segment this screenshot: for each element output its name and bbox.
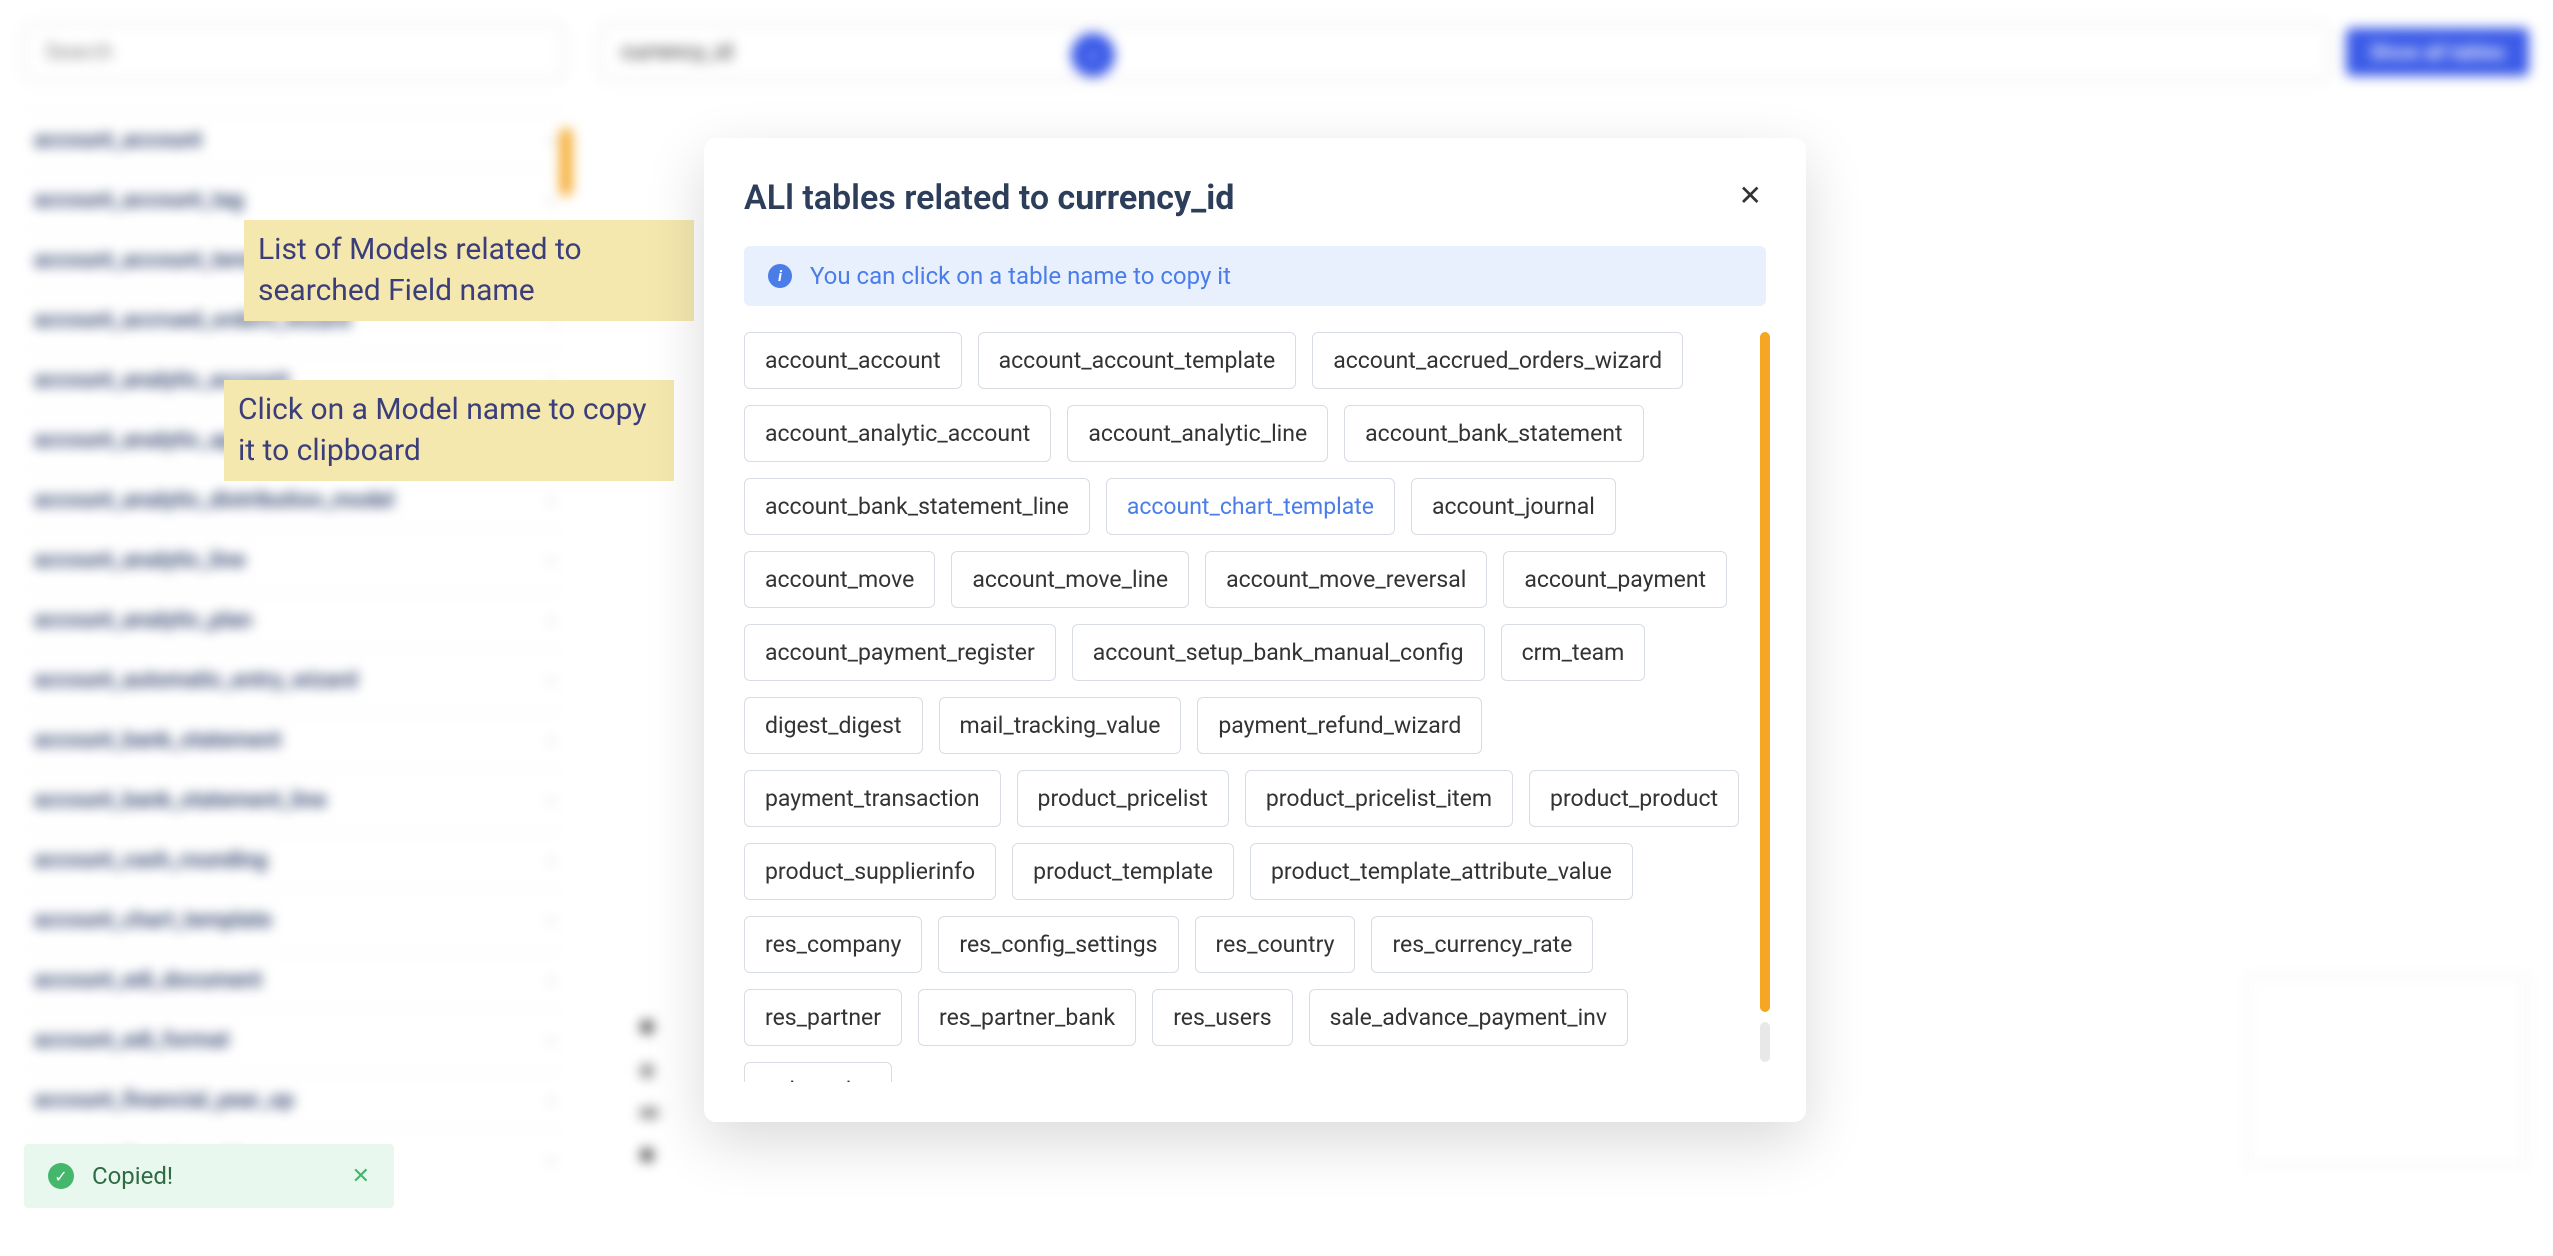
- table-chip[interactable]: res_currency_rate: [1371, 916, 1593, 973]
- table-chip[interactable]: payment_transaction: [744, 770, 1001, 827]
- info-banner: i You can click on a table name to copy …: [744, 246, 1766, 306]
- table-chip[interactable]: res_company: [744, 916, 922, 973]
- table-chip[interactable]: crm_team: [1501, 624, 1646, 681]
- tables-grid: account_accountaccount_account_templatea…: [744, 332, 1766, 1082]
- table-chip[interactable]: payment_refund_wizard: [1197, 697, 1482, 754]
- table-chip[interactable]: mail_tracking_value: [939, 697, 1182, 754]
- table-chip[interactable]: account_bank_statement: [1344, 405, 1643, 462]
- table-chip[interactable]: sale_order: [744, 1062, 892, 1082]
- modal-title: ALl tables related to currency_id: [744, 178, 1234, 218]
- table-chip[interactable]: product_product: [1529, 770, 1739, 827]
- info-banner-text: You can click on a table name to copy it: [810, 262, 1231, 290]
- modal-scrollbar-track: [1760, 1022, 1770, 1062]
- table-chip[interactable]: account_move: [744, 551, 935, 608]
- modal-scrollbar-thumb[interactable]: [1760, 332, 1770, 1012]
- tables-container: account_accountaccount_account_templatea…: [744, 332, 1766, 1082]
- table-chip[interactable]: account_move_line: [951, 551, 1189, 608]
- copied-toast: ✓ Copied! ✕: [24, 1144, 394, 1208]
- close-button[interactable]: ✕: [1735, 178, 1766, 214]
- table-chip[interactable]: account_move_reversal: [1205, 551, 1487, 608]
- toast-message: Copied!: [92, 1162, 173, 1190]
- table-chip[interactable]: product_template_attribute_value: [1250, 843, 1633, 900]
- table-chip[interactable]: product_template: [1012, 843, 1234, 900]
- info-icon: i: [768, 264, 792, 288]
- table-chip[interactable]: account_journal: [1411, 478, 1616, 535]
- table-chip[interactable]: digest_digest: [744, 697, 923, 754]
- table-chip[interactable]: account_bank_statement_line: [744, 478, 1090, 535]
- table-chip[interactable]: product_pricelist: [1017, 770, 1229, 827]
- table-chip[interactable]: res_partner_bank: [918, 989, 1136, 1046]
- table-chip[interactable]: res_partner: [744, 989, 902, 1046]
- table-chip[interactable]: account_payment: [1503, 551, 1727, 608]
- close-icon: ✕: [1739, 179, 1762, 212]
- table-chip[interactable]: res_users: [1152, 989, 1292, 1046]
- table-chip[interactable]: res_config_settings: [938, 916, 1178, 973]
- modal-header: ALl tables related to currency_id ✕: [744, 178, 1766, 218]
- table-chip[interactable]: product_supplierinfo: [744, 843, 996, 900]
- table-chip[interactable]: account_payment_register: [744, 624, 1056, 681]
- table-chip[interactable]: account_analytic_account: [744, 405, 1051, 462]
- check-icon: ✓: [48, 1163, 74, 1189]
- table-chip[interactable]: res_country: [1195, 916, 1356, 973]
- modal-title-field: currency_id: [1058, 178, 1235, 218]
- table-chip[interactable]: account_analytic_line: [1067, 405, 1328, 462]
- table-chip[interactable]: account_accrued_orders_wizard: [1312, 332, 1683, 389]
- close-icon: ✕: [352, 1164, 370, 1189]
- table-chip[interactable]: account_chart_template: [1106, 478, 1395, 535]
- table-chip[interactable]: account_setup_bank_manual_config: [1072, 624, 1485, 681]
- table-chip[interactable]: sale_advance_payment_inv: [1309, 989, 1628, 1046]
- table-chip[interactable]: account_account: [744, 332, 962, 389]
- related-tables-modal: ALl tables related to currency_id ✕ i Yo…: [704, 138, 1806, 1122]
- modal-overlay: ALl tables related to currency_id ✕ i Yo…: [0, 0, 2553, 1256]
- toast-close-button[interactable]: ✕: [352, 1164, 370, 1189]
- toast-content: ✓ Copied!: [48, 1162, 173, 1190]
- table-chip[interactable]: account_account_template: [978, 332, 1297, 389]
- modal-title-prefix: ALl tables related to: [744, 178, 1058, 218]
- table-chip[interactable]: product_pricelist_item: [1245, 770, 1513, 827]
